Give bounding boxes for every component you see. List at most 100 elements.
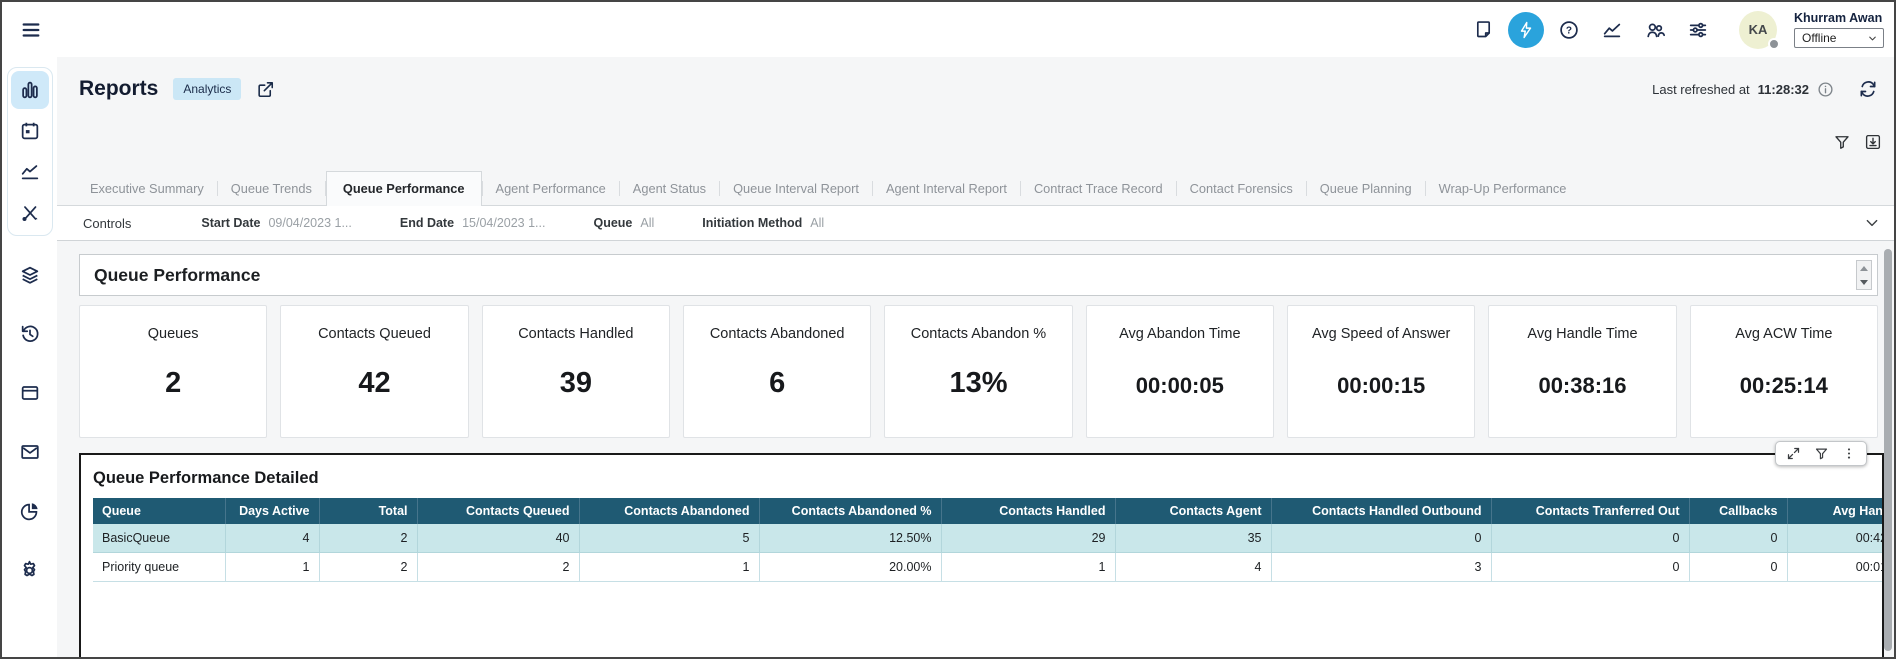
kpi-value: 00:00:05 bbox=[1087, 373, 1273, 399]
column-header-contacts-handled[interactable]: Contacts Handled bbox=[941, 498, 1115, 524]
kebab-menu-icon[interactable] bbox=[1842, 446, 1856, 461]
expand-icon[interactable] bbox=[1786, 446, 1801, 461]
stepper-down-icon[interactable] bbox=[1860, 280, 1868, 285]
sidebar-item-line-chart[interactable] bbox=[11, 153, 49, 191]
table-row-basicqueue[interactable]: BasicQueue4240512.50%293500000:42:2 bbox=[93, 524, 1884, 553]
analytics-badge: Analytics bbox=[173, 78, 241, 100]
filter-funnel-icon[interactable] bbox=[1833, 133, 1851, 153]
kpi-card-contacts-abandon: Contacts Abandon %13% bbox=[884, 305, 1072, 438]
control-field-value: 09/04/2023 1... bbox=[268, 216, 351, 230]
kpi-card-avg-acw-time: Avg ACW Time00:25:14 bbox=[1690, 305, 1878, 438]
sidebar-item-history[interactable] bbox=[11, 315, 49, 353]
metrics-chart-icon[interactable] bbox=[1594, 12, 1630, 48]
sidebar-item-layers[interactable] bbox=[11, 256, 49, 294]
tab-contact-forensics[interactable]: Contact Forensics bbox=[1177, 173, 1306, 205]
insights-lightning-icon[interactable] bbox=[1508, 12, 1544, 48]
status-dropdown[interactable]: Offline bbox=[1794, 28, 1884, 48]
hamburger-menu-icon[interactable] bbox=[14, 13, 48, 47]
help-icon[interactable]: ? bbox=[1551, 12, 1587, 48]
kpi-card-contacts-abandoned: Contacts Abandoned6 bbox=[683, 305, 871, 438]
filter-funnel-icon[interactable] bbox=[1814, 446, 1829, 461]
vertical-scrollbar[interactable] bbox=[1884, 249, 1892, 651]
column-header-total[interactable]: Total bbox=[319, 498, 417, 524]
svg-text:?: ? bbox=[1566, 25, 1572, 36]
gear-icon bbox=[18, 559, 41, 582]
line-chart-icon bbox=[19, 161, 41, 183]
users-icon[interactable] bbox=[1637, 12, 1673, 48]
sidebar-group bbox=[7, 67, 53, 236]
table-cell: 2 bbox=[319, 553, 417, 582]
kpi-label: Queues bbox=[80, 326, 266, 342]
note-icon[interactable] bbox=[1465, 12, 1501, 48]
column-header-contacts-abandoned[interactable]: Contacts Abandoned bbox=[579, 498, 759, 524]
control-field-label: End Date bbox=[400, 216, 454, 230]
column-header-callbacks[interactable]: Callbacks bbox=[1689, 498, 1787, 524]
control-field-start-date[interactable]: Start Date09/04/2023 1... bbox=[201, 216, 351, 230]
user-name: Khurram Awan bbox=[1794, 11, 1884, 25]
table-cell: 0 bbox=[1491, 524, 1689, 553]
control-field-initiation-method[interactable]: Initiation MethodAll bbox=[702, 216, 824, 230]
column-header-avg-handl[interactable]: Avg Handl. bbox=[1787, 498, 1884, 524]
sidebar-item-calendar[interactable] bbox=[11, 112, 49, 150]
table-cell: Priority queue bbox=[93, 553, 225, 582]
control-fields: Start Date09/04/2023 1... End Date15/04/2… bbox=[201, 216, 872, 230]
table-cell: 1 bbox=[225, 553, 319, 582]
table-row-priority-queue[interactable]: Priority queue122120.00%1430000:01:1 bbox=[93, 553, 1884, 582]
tab-queue-interval-report[interactable]: Queue Interval Report bbox=[720, 173, 872, 205]
tab-executive-summary[interactable]: Executive Summary bbox=[77, 173, 217, 205]
table-cell: 5 bbox=[579, 524, 759, 553]
bar-chart-icon bbox=[19, 79, 41, 101]
stepper-up-icon[interactable] bbox=[1860, 266, 1868, 271]
sidebar-item-design[interactable] bbox=[11, 194, 49, 232]
sidebar-item-window[interactable] bbox=[11, 374, 49, 412]
stepper-control[interactable] bbox=[1856, 260, 1872, 290]
table-cell: 0 bbox=[1491, 553, 1689, 582]
table-cell: 20.00% bbox=[759, 553, 941, 582]
tab-agent-interval-report[interactable]: Agent Interval Report bbox=[873, 173, 1020, 205]
window-icon bbox=[19, 382, 41, 404]
external-link-icon[interactable] bbox=[256, 80, 275, 99]
tab-queue-performance[interactable]: Queue Performance bbox=[326, 171, 482, 206]
column-header-contacts-agent[interactable]: Contacts Agent bbox=[1115, 498, 1271, 524]
user-block: Khurram Awan Offline bbox=[1794, 11, 1884, 48]
kpi-label: Contacts Handled bbox=[483, 326, 669, 342]
sidebar-item-mail[interactable] bbox=[11, 433, 49, 471]
column-header-days-active[interactable]: Days Active bbox=[225, 498, 319, 524]
tab-agent-status[interactable]: Agent Status bbox=[620, 173, 719, 205]
controls-chevron-down-icon[interactable] bbox=[1864, 215, 1880, 231]
table-cell: 2 bbox=[417, 553, 579, 582]
page-title: Reports bbox=[79, 77, 158, 101]
tab-queue-planning[interactable]: Queue Planning bbox=[1307, 173, 1425, 205]
kpi-card-contacts-handled: Contacts Handled 39 bbox=[482, 305, 670, 438]
sidebar-item-settings[interactable] bbox=[11, 551, 49, 589]
column-header-contacts-handled-outbound[interactable]: Contacts Handled Outbound bbox=[1271, 498, 1491, 524]
table-cell: 4 bbox=[1115, 553, 1271, 582]
tab-agent-performance[interactable]: Agent Performance bbox=[483, 173, 619, 205]
sidebar-item-reports[interactable] bbox=[11, 71, 49, 109]
sidebar-item-pie-chart[interactable] bbox=[11, 492, 49, 530]
table-cell: 0 bbox=[1689, 553, 1787, 582]
table-cell: 29 bbox=[941, 524, 1115, 553]
tab-contract-trace-record[interactable]: Contract Trace Record bbox=[1021, 173, 1176, 205]
section-title: Queue Performance bbox=[94, 265, 260, 286]
kpi-label: Avg Handle Time bbox=[1489, 326, 1675, 342]
table-cell: BasicQueue bbox=[93, 524, 225, 553]
refresh-icon[interactable] bbox=[1858, 79, 1878, 99]
control-field-queue[interactable]: QueueAll bbox=[593, 216, 654, 230]
chevron-down-icon bbox=[1867, 33, 1878, 44]
info-icon[interactable] bbox=[1817, 81, 1834, 98]
table-cell: 1 bbox=[579, 553, 759, 582]
avatar[interactable]: KA bbox=[1739, 11, 1777, 49]
preferences-sliders-icon[interactable] bbox=[1680, 12, 1716, 48]
column-header-queue[interactable]: Queue bbox=[93, 498, 225, 524]
table-header-row: QueueDays ActiveTotalContacts QueuedCont… bbox=[93, 498, 1884, 524]
tab-queue-trends[interactable]: Queue Trends bbox=[218, 173, 325, 205]
column-header-contacts-tranferred-out[interactable]: Contacts Tranferred Out bbox=[1491, 498, 1689, 524]
kpi-value: 39 bbox=[483, 367, 669, 400]
column-header-contacts-abandoned[interactable]: Contacts Abandoned % bbox=[759, 498, 941, 524]
tab-wrap-up-performance[interactable]: Wrap-Up Performance bbox=[1426, 173, 1580, 205]
control-field-end-date[interactable]: End Date15/04/2023 1... bbox=[400, 216, 546, 230]
download-icon[interactable] bbox=[1864, 133, 1882, 153]
column-header-contacts-queued[interactable]: Contacts Queued bbox=[417, 498, 579, 524]
quick-actions bbox=[57, 133, 1882, 153]
